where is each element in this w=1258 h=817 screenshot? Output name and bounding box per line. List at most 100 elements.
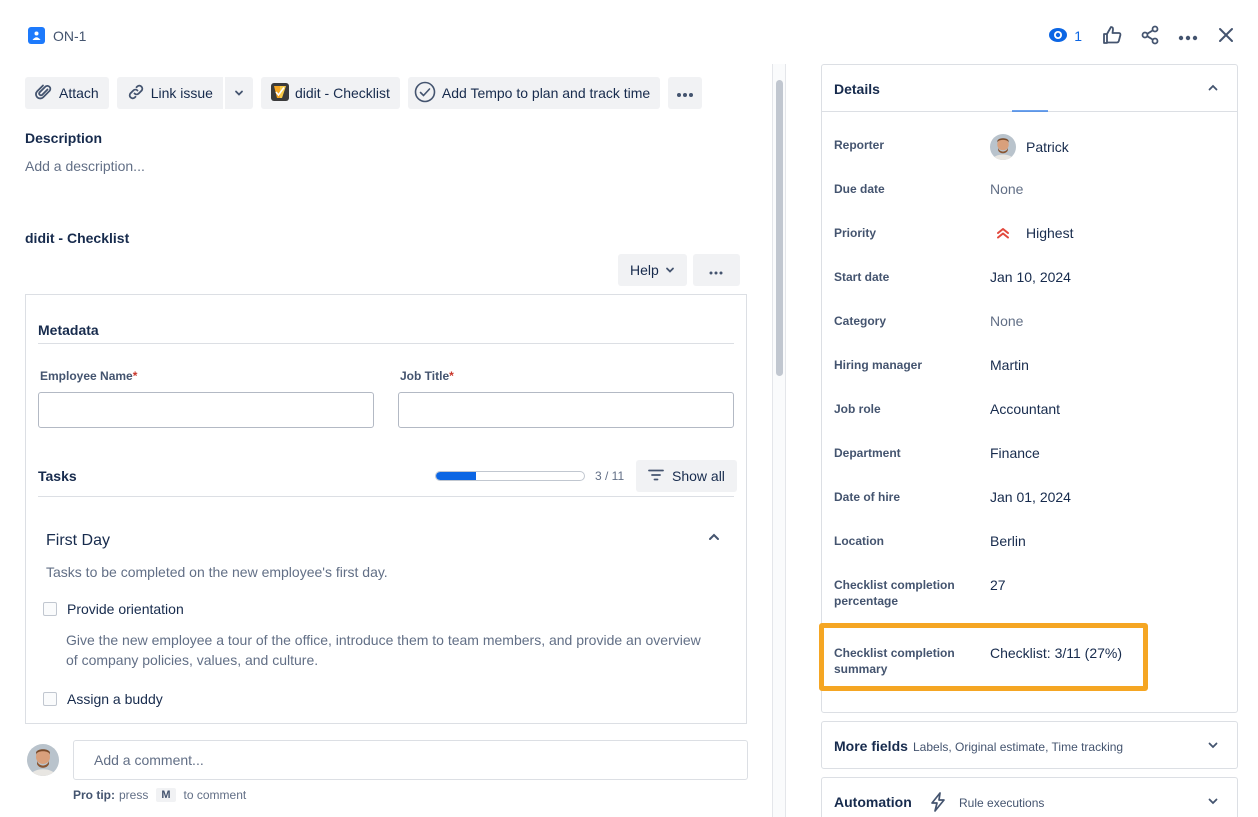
job-title-input[interactable] bbox=[398, 392, 734, 428]
detail-label-due-date: Due date bbox=[834, 182, 885, 196]
scrolled-link-fragment bbox=[1012, 110, 1048, 112]
attach-button[interactable]: Attach bbox=[25, 77, 109, 109]
detail-value-location[interactable]: Berlin bbox=[990, 533, 1026, 549]
detail-value-job-role[interactable]: Accountant bbox=[990, 401, 1060, 417]
description-field[interactable]: Add a description... bbox=[25, 158, 145, 174]
automation-title: Automation bbox=[834, 794, 912, 810]
issue-key[interactable]: ON-1 bbox=[53, 28, 86, 44]
detail-label-category: Category bbox=[834, 314, 887, 328]
issue-key-breadcrumb[interactable]: ON-1 bbox=[28, 27, 86, 44]
chevron-down-icon bbox=[1207, 738, 1219, 754]
detail-value-department[interactable]: Finance bbox=[990, 445, 1040, 461]
paperclip-icon bbox=[35, 83, 53, 104]
close-icon bbox=[1218, 27, 1234, 46]
more-fields-subtitle: Labels, Original estimate, Time tracking bbox=[913, 740, 1124, 754]
keyboard-shortcut-key: M bbox=[156, 788, 176, 802]
share-icon bbox=[1140, 25, 1160, 48]
vote-button[interactable] bbox=[1098, 22, 1126, 50]
detail-label-checklist-percentage: Checklist completion percentage bbox=[834, 578, 955, 608]
tasks-title: Tasks bbox=[38, 468, 77, 484]
link-issue-dropdown[interactable] bbox=[224, 77, 253, 109]
filter-icon bbox=[648, 468, 664, 484]
job-title-label: Job Title* bbox=[400, 369, 454, 383]
help-label: Help bbox=[630, 262, 659, 278]
chevron-down-icon bbox=[1207, 794, 1219, 810]
more-apps-button[interactable] bbox=[668, 77, 703, 109]
divider bbox=[38, 496, 734, 497]
show-all-button[interactable]: Show all bbox=[636, 460, 737, 492]
detail-value-due-date[interactable]: None bbox=[990, 181, 1023, 197]
lightning-bolt-icon bbox=[930, 792, 946, 815]
didit-checklist-button[interactable]: didit - Checklist bbox=[260, 77, 400, 109]
comment-input[interactable]: Add a comment... bbox=[73, 740, 748, 780]
scrollbar-thumb[interactable] bbox=[776, 80, 783, 376]
detail-value-hiring-manager[interactable]: Martin bbox=[990, 357, 1029, 373]
details-title: Details bbox=[834, 81, 880, 97]
comment-protip: Pro tip: press M to comment bbox=[73, 788, 247, 802]
task-description: Give the new employee a tour of the offi… bbox=[66, 632, 701, 668]
detail-label-priority: Priority bbox=[834, 226, 877, 240]
details-header[interactable]: Details bbox=[822, 65, 1237, 112]
detail-value-reporter[interactable]: Patrick bbox=[990, 134, 1069, 160]
check-circle-icon bbox=[414, 81, 436, 106]
progress-fill bbox=[436, 472, 476, 480]
issue-main-content: Attach Link issue didit - Checklist Add … bbox=[0, 64, 772, 817]
link-issue-button[interactable]: Link issue bbox=[116, 77, 223, 109]
detail-value-priority[interactable]: Highest bbox=[990, 225, 1073, 241]
metadata-title: Metadata bbox=[38, 322, 99, 338]
chevron-up-icon bbox=[1207, 81, 1219, 97]
detail-value-checklist-percentage[interactable]: 27 bbox=[990, 577, 1006, 593]
divider bbox=[38, 343, 734, 344]
task-label[interactable]: Provide orientation bbox=[67, 601, 184, 617]
issue-type-icon bbox=[28, 27, 45, 44]
highlight-box bbox=[819, 623, 1148, 691]
chevron-down-icon bbox=[234, 85, 244, 101]
progress-count: 3 / 11 bbox=[595, 469, 625, 483]
chevron-up-icon bbox=[707, 531, 721, 547]
issue-header: ON-1 1 bbox=[0, 0, 1258, 64]
collapse-details-button[interactable] bbox=[1207, 81, 1219, 97]
checklist-heading: didit - Checklist bbox=[25, 230, 130, 246]
help-button[interactable]: Help bbox=[618, 254, 687, 286]
more-fields-title: More fields bbox=[834, 738, 908, 754]
didit-checklist-label: didit - Checklist bbox=[294, 85, 390, 101]
link-icon bbox=[127, 83, 145, 104]
reporter-avatar bbox=[990, 134, 1016, 160]
more-horizontal-icon bbox=[709, 262, 723, 278]
detail-label-location: Location bbox=[834, 534, 884, 548]
watch-button[interactable]: 1 bbox=[1042, 23, 1088, 50]
expand-more-fields-button[interactable] bbox=[1207, 738, 1219, 754]
automation-subtitle: Rule executions bbox=[959, 796, 1045, 810]
details-panel: Details Reporter Patrick Due date None P… bbox=[821, 64, 1238, 713]
detail-label-department: Department bbox=[834, 446, 901, 460]
collapse-section-button[interactable] bbox=[707, 530, 721, 547]
employee-name-label: Employee Name* bbox=[40, 369, 138, 383]
share-button[interactable] bbox=[1136, 22, 1164, 50]
main-scrollbar[interactable] bbox=[772, 64, 786, 817]
detail-value-category[interactable]: None bbox=[990, 313, 1023, 329]
task-checkbox[interactable] bbox=[43, 602, 57, 616]
add-tempo-button[interactable]: Add Tempo to plan and track time bbox=[407, 77, 661, 109]
detail-value-start-date[interactable]: Jan 10, 2024 bbox=[990, 269, 1071, 285]
more-fields-section[interactable]: More fields Labels, Original estimate, T… bbox=[821, 721, 1238, 769]
description-heading: Description bbox=[25, 130, 103, 146]
didit-logo-icon bbox=[270, 82, 289, 104]
automation-section[interactable]: Automation Rule executions bbox=[821, 777, 1238, 817]
detail-label-job-role: Job role bbox=[834, 402, 881, 416]
checklist-progress-bar bbox=[435, 471, 585, 481]
employee-name-input[interactable] bbox=[38, 392, 374, 428]
task-label[interactable]: Assign a buddy bbox=[67, 691, 163, 707]
detail-value-date-of-hire[interactable]: Jan 01, 2024 bbox=[990, 489, 1071, 505]
task-item: Provide orientation bbox=[43, 601, 184, 617]
more-actions-button[interactable] bbox=[1174, 22, 1202, 50]
checklist-more-button[interactable] bbox=[692, 254, 740, 286]
eye-icon bbox=[1048, 27, 1068, 46]
divider bbox=[25, 723, 747, 724]
watch-count: 1 bbox=[1074, 28, 1082, 44]
task-checkbox[interactable] bbox=[43, 692, 57, 706]
checklist-panel: Metadata Employee Name* Job Title* Tasks… bbox=[25, 294, 747, 724]
detail-label-hiring-manager: Hiring manager bbox=[834, 358, 923, 372]
expand-automation-button[interactable] bbox=[1207, 794, 1219, 810]
close-button[interactable] bbox=[1212, 22, 1240, 50]
more-horizontal-icon bbox=[676, 85, 694, 101]
